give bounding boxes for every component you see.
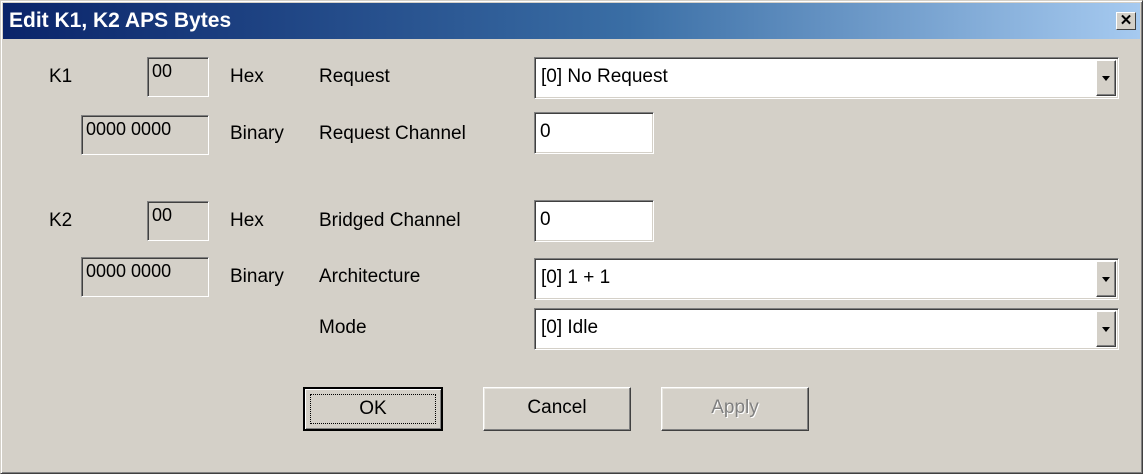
k2-hex-value: 00 <box>147 201 209 241</box>
k1-hex-value: 00 <box>147 57 209 97</box>
request-select-value: [0] No Request <box>541 66 668 87</box>
architecture-label: Architecture <box>319 266 421 287</box>
k1-binary-label: Binary <box>230 123 284 144</box>
window-title: Edit K1, K2 APS Bytes <box>9 9 232 32</box>
chevron-down-icon[interactable] <box>1096 60 1116 96</box>
bridged-channel-label: Bridged Channel <box>319 210 461 231</box>
architecture-select[interactable]: [0] 1 + 1 <box>534 258 1119 300</box>
chevron-down-icon[interactable] <box>1096 261 1116 297</box>
apply-button-label: Apply <box>711 397 759 418</box>
close-button[interactable]: ✕ <box>1116 12 1136 30</box>
focus-rectangle <box>310 394 436 424</box>
request-channel-label: Request Channel <box>319 123 466 144</box>
close-icon: ✕ <box>1119 12 1133 29</box>
chevron-down-icon[interactable] <box>1096 311 1116 347</box>
mode-select-value: [0] Idle <box>541 317 599 338</box>
k2-label: K2 <box>49 210 73 231</box>
ok-button[interactable]: OK <box>303 387 443 431</box>
k1-label: K1 <box>49 66 73 87</box>
apply-button[interactable]: Apply <box>661 387 809 431</box>
bridged-channel-input[interactable]: 0 <box>534 200 654 242</box>
edit-aps-bytes-dialog: Edit K1, K2 APS Bytes ✕ K1 00 Hex 0000 0… <box>0 0 1143 474</box>
mode-select[interactable]: [0] Idle <box>534 308 1119 350</box>
k2-binary-value: 0000 0000 <box>81 257 209 297</box>
architecture-select-value: [0] 1 + 1 <box>541 267 611 288</box>
k2-hex-label: Hex <box>230 210 264 231</box>
k1-hex-label: Hex <box>230 66 264 87</box>
cancel-button[interactable]: Cancel <box>483 387 631 431</box>
mode-label: Mode <box>319 317 367 338</box>
cancel-button-label: Cancel <box>527 397 587 418</box>
k1-binary-value: 0000 0000 <box>81 115 209 155</box>
request-label: Request <box>319 66 390 87</box>
request-select[interactable]: [0] No Request <box>534 57 1119 99</box>
request-channel-input[interactable]: 0 <box>534 112 654 154</box>
k2-binary-label: Binary <box>230 266 284 287</box>
title-bar[interactable]: Edit K1, K2 APS Bytes ✕ <box>3 3 1140 39</box>
